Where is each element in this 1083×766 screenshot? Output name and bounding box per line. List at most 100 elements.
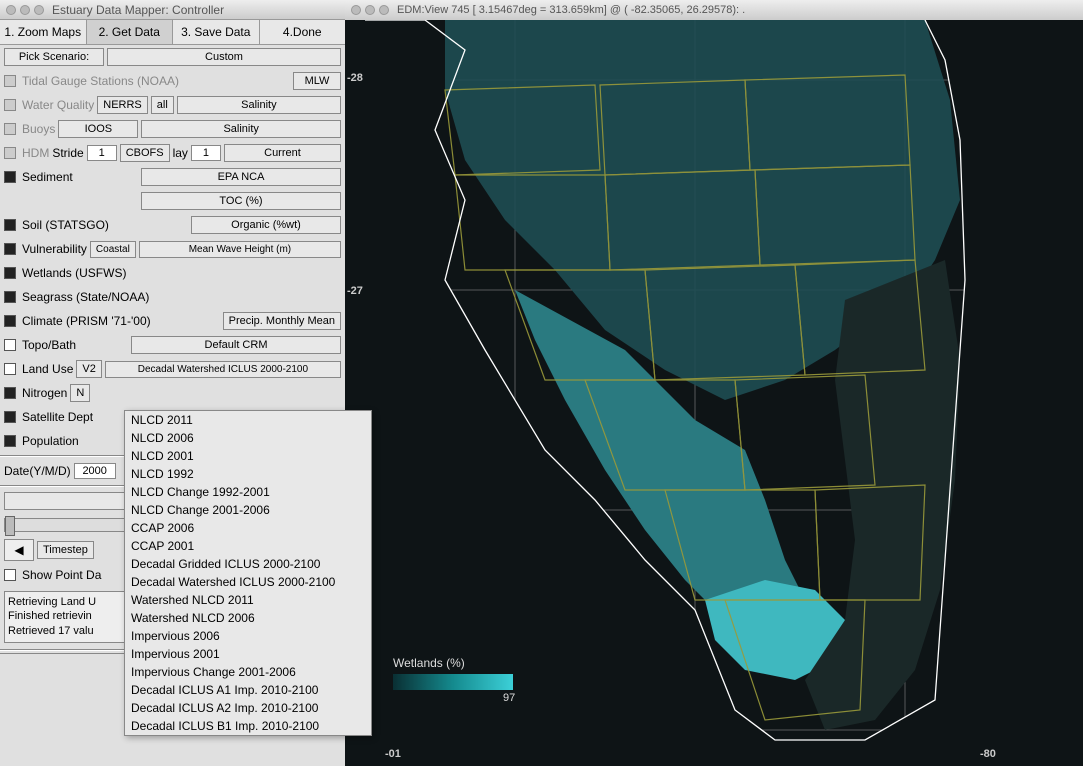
legend-title: Wetlands (%) <box>393 656 515 670</box>
stride-label: Stride <box>52 146 83 160</box>
landuse-select[interactable]: Decadal Watershed ICLUS 2000-2100 <box>105 361 341 378</box>
sediment-label: Sediment <box>22 170 73 184</box>
dropdown-item[interactable]: NLCD 2001 <box>125 447 371 465</box>
lay-label: lay <box>173 146 188 160</box>
hdm-src-button[interactable]: CBOFS <box>120 144 170 162</box>
topo-label: Topo/Bath <box>22 338 76 352</box>
vuln-label: Vulnerability <box>22 242 87 256</box>
tidal-checkbox[interactable] <box>4 75 16 87</box>
tidal-label: Tidal Gauge Stations (NOAA) <box>22 74 179 88</box>
dropdown-item[interactable]: Decadal Gridded ICLUS 2000-2100 <box>125 555 371 573</box>
timestep-label: Timestep <box>37 541 94 559</box>
topo-checkbox[interactable] <box>4 339 16 351</box>
satellite-dept: Dept <box>68 410 93 424</box>
legend-colorbar <box>393 674 513 690</box>
map-viewer: EDM:View 745 [ 3.15467deg = 313.659km] @… <box>345 0 1083 766</box>
topo-crm-button[interactable]: Default CRM <box>131 336 341 354</box>
controller-title: Estuary Data Mapper: Controller <box>52 3 224 17</box>
wq-nerrs-button[interactable]: NERRS <box>97 96 148 114</box>
map-legend: Wetlands (%) 97 <box>393 656 515 704</box>
pick-scenario-label: Pick Scenario: <box>4 48 104 66</box>
seagrass-checkbox[interactable] <box>4 291 16 303</box>
dropdown-item[interactable]: Decadal ICLUS A2 Imp. 2010-2100 <box>125 699 371 717</box>
lat-tick: -27 <box>347 285 363 297</box>
wq-label: Water Quality <box>22 98 94 112</box>
nitrogen-n-button[interactable]: N <box>70 384 90 402</box>
dropdown-item[interactable]: Impervious 2001 <box>125 645 371 663</box>
tab-save-data[interactable]: 3. Save Data <box>173 20 260 44</box>
dropdown-item[interactable]: NLCD 2006 <box>125 429 371 447</box>
lon-tick: -80 <box>980 748 996 760</box>
buoys-salinity-button[interactable]: Salinity <box>141 120 341 138</box>
soil-organic-button[interactable]: Organic (%wt) <box>191 216 341 234</box>
landuse-dropdown: NLCD 2011NLCD 2006NLCD 2001NLCD 1992NLCD… <box>124 410 372 736</box>
controller-titlebar: Estuary Data Mapper: Controller <box>0 0 345 20</box>
wq-all-button[interactable]: all <box>151 96 174 114</box>
controller-panel: Estuary Data Mapper: Controller 1. Zoom … <box>0 0 345 766</box>
nitrogen-checkbox[interactable] <box>4 387 16 399</box>
nitrogen-label: Nitrogen <box>22 386 67 400</box>
traffic-lights[interactable] <box>6 5 44 15</box>
stride-input[interactable] <box>87 145 117 161</box>
sediment-epa-button[interactable]: EPA NCA <box>141 168 341 186</box>
landuse-checkbox[interactable] <box>4 363 16 375</box>
vuln-checkbox[interactable] <box>4 243 16 255</box>
map-canvas[interactable] <box>345 20 1083 766</box>
date-year-input[interactable] <box>74 463 116 479</box>
legend-max: 97 <box>503 692 515 704</box>
dropdown-item[interactable]: Watershed NLCD 2006 <box>125 609 371 627</box>
dropdown-item[interactable]: Impervious 2006 <box>125 627 371 645</box>
hdm-checkbox[interactable] <box>4 147 16 159</box>
traffic-lights[interactable] <box>351 5 389 15</box>
sediment-checkbox[interactable] <box>4 171 16 183</box>
soil-label: Soil (STATSGO) <box>22 218 109 232</box>
viewer-titlebar: EDM:View 745 [ 3.15467deg = 313.659km] @… <box>345 0 1083 20</box>
climate-checkbox[interactable] <box>4 315 16 327</box>
lat-tick: -28 <box>347 72 363 84</box>
viewer-title: EDM:View 745 [ 3.15467deg = 313.659km] @… <box>397 4 745 16</box>
vuln-wave-button[interactable]: Mean Wave Height (m) <box>139 241 341 258</box>
hdm-current-button[interactable]: Current <box>224 144 341 162</box>
tab-done[interactable]: 4.Done <box>260 20 346 44</box>
sediment-toc-button[interactable]: TOC (%) <box>141 192 341 210</box>
dropdown-item[interactable]: NLCD 1992 <box>125 465 371 483</box>
lon-tick: -01 <box>385 748 401 760</box>
vuln-coastal-button[interactable]: Coastal <box>90 241 136 258</box>
population-checkbox[interactable] <box>4 435 16 447</box>
dropdown-item[interactable]: CCAP 2001 <box>125 537 371 555</box>
buoys-label: Buoys <box>22 122 55 136</box>
tidal-mlw-button[interactable]: MLW <box>293 72 341 90</box>
population-label: Population <box>22 434 79 448</box>
satellite-label: Satellite <box>22 410 65 424</box>
landuse-v2-button[interactable]: V2 <box>76 360 101 378</box>
satellite-checkbox[interactable] <box>4 411 16 423</box>
buoys-ioos-button[interactable]: IOOS <box>58 120 138 138</box>
dropdown-item[interactable]: CCAP 2006 <box>125 519 371 537</box>
dropdown-item[interactable]: NLCD Change 2001-2006 <box>125 501 371 519</box>
scenario-select[interactable]: Custom <box>107 48 341 66</box>
dropdown-item[interactable]: Watershed NLCD 2011 <box>125 591 371 609</box>
wq-salinity-button[interactable]: Salinity <box>177 96 341 114</box>
dropdown-item[interactable]: NLCD Change 1992-2001 <box>125 483 371 501</box>
soil-checkbox[interactable] <box>4 219 16 231</box>
climate-label: Climate (PRISM '71-'00) <box>22 314 151 328</box>
wq-checkbox[interactable] <box>4 99 16 111</box>
show-point-checkbox[interactable] <box>4 569 16 581</box>
tab-get-data[interactable]: 2. Get Data <box>87 20 174 44</box>
dropdown-item[interactable]: Decadal ICLUS B1 Imp. 2010-2100 <box>125 717 371 735</box>
dropdown-item[interactable]: Decadal ICLUS A1 Imp. 2010-2100 <box>125 681 371 699</box>
landuse-label: Land Use <box>22 362 73 376</box>
seagrass-label: Seagrass (State/NOAA) <box>22 290 149 304</box>
climate-precip-button[interactable]: Precip. Monthly Mean <box>223 312 341 330</box>
hdm-label: HDM <box>22 146 49 160</box>
dropdown-item[interactable]: Impervious Change 2001-2006 <box>125 663 371 681</box>
tab-zoom-maps[interactable]: 1. Zoom Maps <box>0 20 87 44</box>
show-point-label: Show Point Da <box>22 568 101 582</box>
wetlands-checkbox[interactable] <box>4 267 16 279</box>
dropdown-item[interactable]: NLCD 2011 <box>125 411 371 429</box>
timestep-prev-button[interactable]: ◀ <box>4 539 34 561</box>
buoys-checkbox[interactable] <box>4 123 16 135</box>
wetlands-label: Wetlands (USFWS) <box>22 266 126 280</box>
dropdown-item[interactable]: Decadal Watershed ICLUS 2000-2100 <box>125 573 371 591</box>
lay-input[interactable] <box>191 145 221 161</box>
